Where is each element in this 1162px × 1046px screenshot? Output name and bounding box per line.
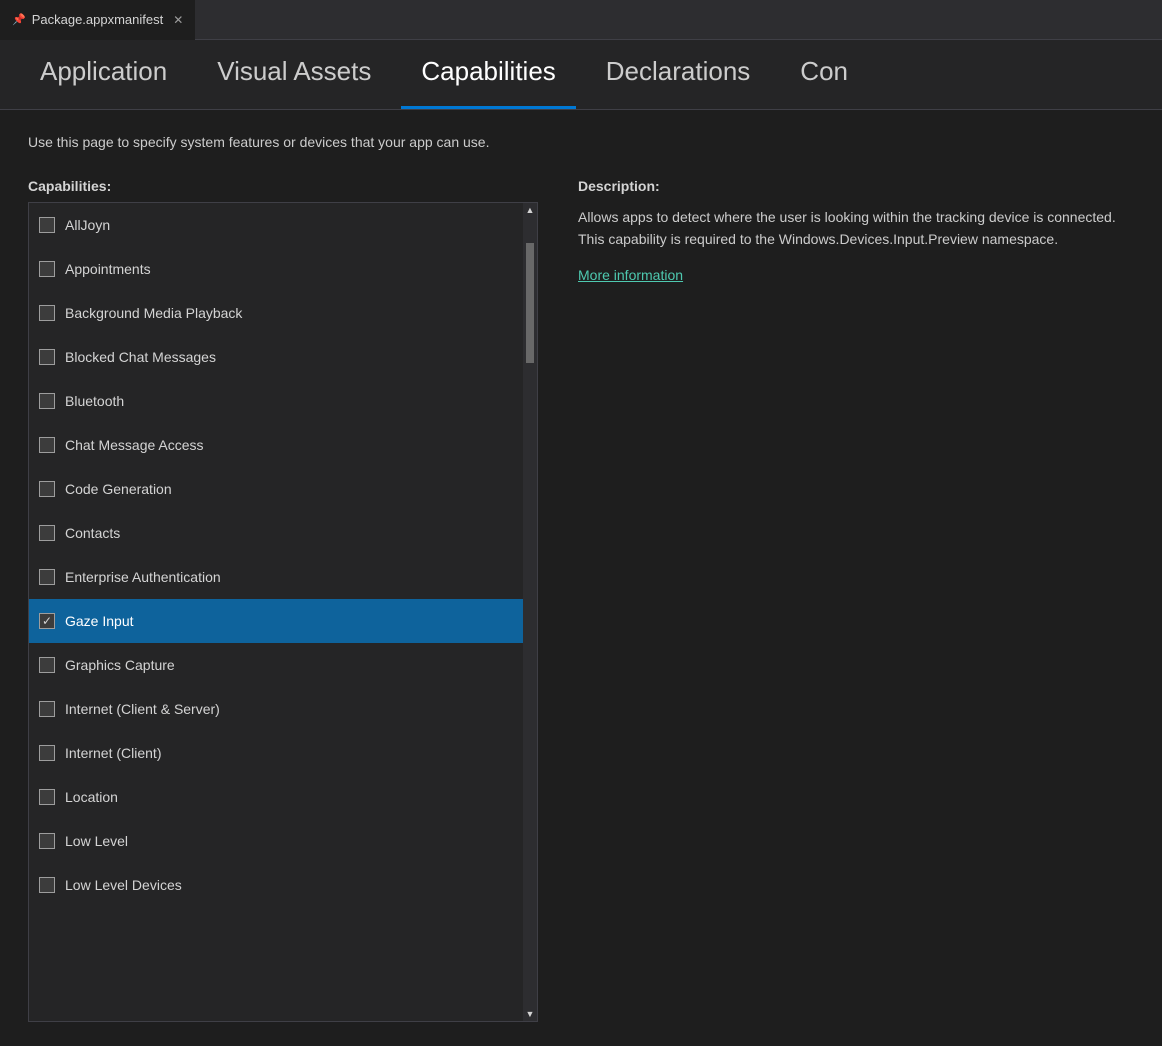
list-item[interactable]: Chat Message Access: [29, 423, 523, 467]
scrollbar-track: ▲ ▼: [523, 203, 537, 1021]
cap-label-internet-client-server: Internet (Client & Server): [65, 701, 220, 717]
list-item[interactable]: Appointments: [29, 247, 523, 291]
list-item[interactable]: AllJoyn: [29, 203, 523, 247]
cap-label-graphics-capture: Graphics Capture: [65, 657, 175, 673]
capabilities-label: Capabilities:: [28, 178, 538, 194]
checkbox-chat-message[interactable]: [39, 437, 55, 453]
scrollbar-thumb[interactable]: [526, 243, 534, 363]
description-text: Allows apps to detect where the user is …: [578, 206, 1134, 251]
cap-label-alljoyn: AllJoyn: [65, 217, 110, 233]
tab-declarations[interactable]: Declarations: [586, 39, 771, 109]
checkbox-low-level[interactable]: [39, 833, 55, 849]
cap-label-low-level: Low Level: [65, 833, 128, 849]
cap-label-blocked-chat: Blocked Chat Messages: [65, 349, 216, 365]
checkbox-background-media[interactable]: [39, 305, 55, 321]
tab-capabilities[interactable]: Capabilities: [401, 39, 575, 109]
checkbox-graphics-capture[interactable]: [39, 657, 55, 673]
cap-label-gaze-input: Gaze Input: [65, 613, 134, 629]
description-panel: Description: Allows apps to detect where…: [578, 178, 1134, 1022]
list-item[interactable]: Graphics Capture: [29, 643, 523, 687]
pin-icon: 📌: [12, 13, 26, 26]
list-item[interactable]: Internet (Client & Server): [29, 687, 523, 731]
cap-label-code-gen: Code Generation: [65, 481, 172, 497]
scrollbar-arrow-up[interactable]: ▲: [523, 203, 537, 217]
list-item-gaze-input[interactable]: ✓ Gaze Input: [29, 599, 523, 643]
tab-con[interactable]: Con: [780, 39, 868, 109]
capabilities-list-container: AllJoyn Appointments Background Media Pl…: [28, 202, 538, 1022]
checkbox-contacts[interactable]: [39, 525, 55, 541]
list-item[interactable]: Bluetooth: [29, 379, 523, 423]
tab-application[interactable]: Application: [20, 39, 187, 109]
cap-label-enterprise-auth: Enterprise Authentication: [65, 569, 221, 585]
tab-close-button[interactable]: ✕: [173, 13, 183, 27]
list-item[interactable]: Low Level: [29, 819, 523, 863]
checkbox-code-gen[interactable]: [39, 481, 55, 497]
cap-label-background-media: Background Media Playback: [65, 305, 242, 321]
list-item[interactable]: Contacts: [29, 511, 523, 555]
content-area: Capabilities: AllJoyn Appointments Backg…: [28, 178, 1134, 1022]
cap-label-chat-message: Chat Message Access: [65, 437, 204, 453]
scrollbar[interactable]: ▲ ▼: [523, 203, 537, 1021]
cap-label-contacts: Contacts: [65, 525, 120, 541]
file-tab[interactable]: 📌 Package.appxmanifest ✕: [0, 0, 195, 40]
more-info-link[interactable]: More information: [578, 267, 683, 283]
checkbox-bluetooth[interactable]: [39, 393, 55, 409]
checkbox-appointments[interactable]: [39, 261, 55, 277]
tab-label: Package.appxmanifest: [32, 12, 164, 27]
checkbox-location[interactable]: [39, 789, 55, 805]
list-item[interactable]: Low Level Devices: [29, 863, 523, 907]
cap-label-low-level-devices: Low Level Devices: [65, 877, 182, 893]
checkbox-low-level-devices[interactable]: [39, 877, 55, 893]
tab-bar: 📌 Package.appxmanifest ✕: [0, 0, 1162, 40]
list-item[interactable]: Enterprise Authentication: [29, 555, 523, 599]
cap-label-location: Location: [65, 789, 118, 805]
cap-label-internet-client: Internet (Client): [65, 745, 161, 761]
checkbox-internet-client[interactable]: [39, 745, 55, 761]
list-item[interactable]: Code Generation: [29, 467, 523, 511]
page-description: Use this page to specify system features…: [28, 134, 1134, 150]
checkbox-gaze-input[interactable]: ✓: [39, 613, 55, 629]
main-content: Use this page to specify system features…: [0, 110, 1162, 1046]
cap-label-bluetooth: Bluetooth: [65, 393, 124, 409]
description-label: Description:: [578, 178, 1134, 194]
checkbox-internet-client-server[interactable]: [39, 701, 55, 717]
nav-tabs: Application Visual Assets Capabilities D…: [0, 40, 1162, 110]
checkbox-alljoyn[interactable]: [39, 217, 55, 233]
capabilities-list[interactable]: AllJoyn Appointments Background Media Pl…: [29, 203, 523, 1021]
list-item[interactable]: Location: [29, 775, 523, 819]
list-item[interactable]: Background Media Playback: [29, 291, 523, 335]
tab-visual-assets[interactable]: Visual Assets: [197, 39, 391, 109]
scrollbar-arrow-down[interactable]: ▼: [523, 1007, 537, 1021]
checkbox-enterprise-auth[interactable]: [39, 569, 55, 585]
checkbox-blocked-chat[interactable]: [39, 349, 55, 365]
list-item[interactable]: Internet (Client): [29, 731, 523, 775]
list-item[interactable]: Blocked Chat Messages: [29, 335, 523, 379]
capabilities-panel: Capabilities: AllJoyn Appointments Backg…: [28, 178, 538, 1022]
cap-label-appointments: Appointments: [65, 261, 151, 277]
